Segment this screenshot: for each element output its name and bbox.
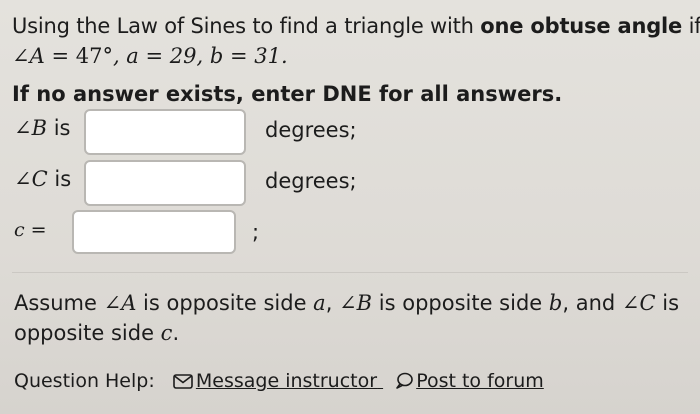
assumption-part: , xyxy=(325,291,340,315)
side-c-label: c = xyxy=(14,219,47,241)
angle-b-label: ∠B xyxy=(14,116,48,140)
assumption-angle-b: ∠B xyxy=(339,291,373,315)
given-side-b: b = 31. xyxy=(209,44,288,68)
assumption-part: , and xyxy=(562,291,622,315)
assumption-side-c: c xyxy=(160,321,173,345)
assumption-part: is opposite side xyxy=(372,291,549,315)
question-text-line1: Using the Law of Sines to find a triangl… xyxy=(12,14,700,38)
instruction-text: If no answer exists, enter DNE for all a… xyxy=(12,82,563,106)
question-help: Question Help: Message instructor Post t… xyxy=(14,370,544,392)
post-to-forum-label: Post to forum xyxy=(416,370,544,392)
assumption-angle-a: ∠A xyxy=(103,291,137,315)
question-panel: Using the Law of Sines to find a triangl… xyxy=(0,0,700,414)
angle-c-label: ∠C xyxy=(14,167,48,191)
post-to-forum-link[interactable]: Post to forum xyxy=(395,370,544,392)
speech-bubble-icon xyxy=(396,372,413,389)
angle-c-input[interactable] xyxy=(84,160,246,206)
envelope-icon xyxy=(173,374,193,389)
question-emphasis: one obtuse angle xyxy=(480,14,683,38)
assumption-angle-c: ∠C xyxy=(621,291,656,315)
angle-b-input[interactable] xyxy=(84,109,246,155)
message-instructor-label: Message instructor xyxy=(195,370,378,392)
message-instructor-link[interactable]: Message instructor xyxy=(173,370,383,392)
assumption-part: . xyxy=(172,321,180,345)
divider xyxy=(12,272,688,273)
given-angle-a-label: ∠A xyxy=(12,44,45,68)
question-text-suffix: if xyxy=(682,14,700,38)
given-side-a: , a = 29, xyxy=(112,44,204,68)
angle-b-label-group: ∠B is xyxy=(14,116,71,140)
question-text: Using the Law of Sines to find a triangl… xyxy=(12,14,481,38)
question-help-label: Question Help: xyxy=(14,370,155,392)
assumption-side-b: b xyxy=(548,291,563,315)
given-angle-a-value: = 47° xyxy=(51,44,113,68)
assumption-part: is opposite side xyxy=(136,291,314,315)
angle-b-is: is xyxy=(53,116,71,140)
angle-c-label-group: ∠C is xyxy=(14,167,71,191)
given-values: ∠A = 47°, a = 29, b = 31. xyxy=(12,44,288,68)
angle-c-is: is xyxy=(54,167,72,191)
assumption-part: Assume xyxy=(14,291,104,315)
side-c-input[interactable] xyxy=(72,210,236,254)
assumption-text: Assume ∠A is opposite side a, ∠B is oppo… xyxy=(14,288,684,348)
assumption-side-a: a xyxy=(313,291,326,315)
angle-c-unit: degrees; xyxy=(265,169,357,193)
side-c-suffix: ; xyxy=(252,220,260,244)
angle-b-unit: degrees; xyxy=(265,118,357,142)
